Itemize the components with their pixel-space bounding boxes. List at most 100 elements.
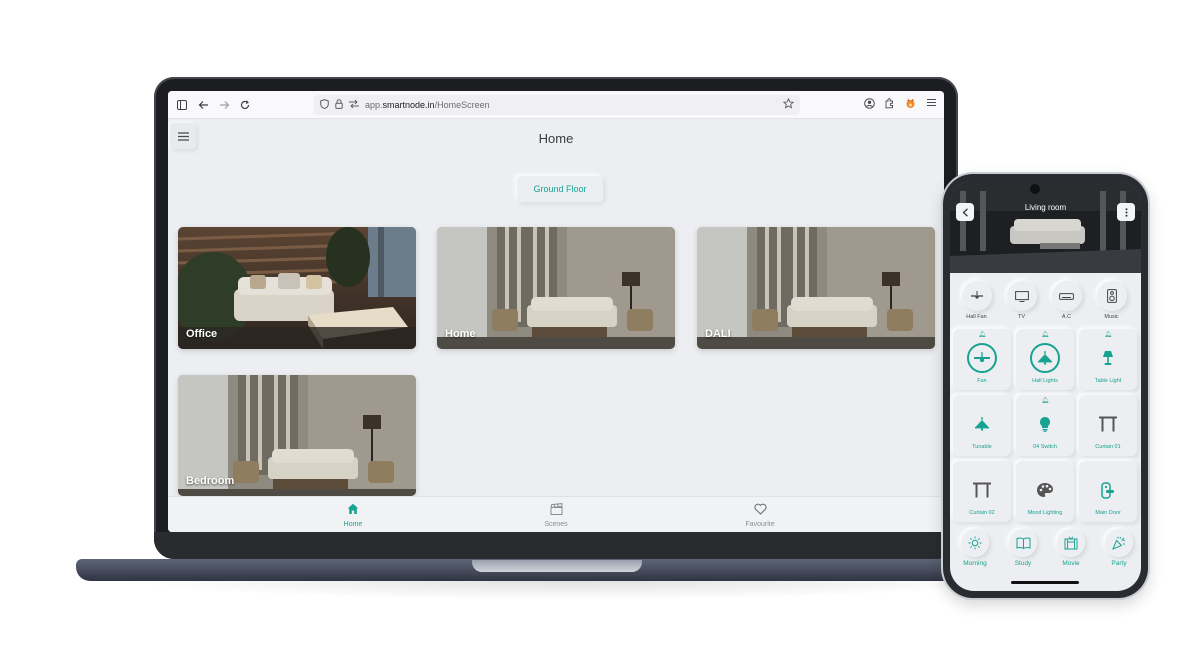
speaker-icon [1106, 289, 1117, 303]
bell-icon: 🔔︎ [1041, 332, 1049, 338]
tile-label: Hall Lights [1032, 378, 1058, 384]
nav-label: Home [343, 521, 363, 528]
nav-label: Scenes [544, 521, 568, 528]
tile-mood-lighting[interactable]: Mood Lighting [1016, 461, 1074, 522]
device-label: A.C [1061, 314, 1072, 320]
floor-selector-button[interactable]: Ground Floor [517, 176, 603, 202]
door-lock-icon [1101, 481, 1114, 499]
tile-label: Main Door [1095, 510, 1121, 516]
phone-screen: Living room Hall Fan TV A.C Music 🔔︎ Fan… [950, 181, 1141, 591]
sun-icon [968, 536, 982, 550]
curtain-icon [973, 482, 991, 498]
nav-favourite[interactable]: Favourite [730, 502, 790, 528]
tile-label: Fan [977, 378, 987, 384]
pendant-lamp-icon [1038, 351, 1052, 365]
scene-label: Party [1111, 560, 1127, 567]
phone-device: Living room Hall Fan TV A.C Music 🔔︎ Fan… [943, 174, 1148, 598]
account-icon[interactable] [864, 98, 875, 112]
pendant-lamp-icon [975, 417, 989, 431]
bookmark-star-icon[interactable] [782, 97, 795, 112]
device-tv[interactable]: TV [999, 281, 1044, 320]
back-icon[interactable] [196, 98, 210, 112]
laptop-hinge [472, 560, 642, 572]
bell-icon: 🔔︎ [978, 332, 986, 338]
laptop-screen: app.smartnode.in/HomeScreen Home Ground … [168, 91, 944, 532]
curtain-icon [1099, 416, 1117, 432]
tile-fan[interactable]: 🔔︎ Fan [953, 329, 1011, 390]
fox-extension-icon[interactable] [905, 98, 916, 112]
tile-main-door[interactable]: Main Door [1079, 461, 1137, 522]
device-hall-fan[interactable]: Hall Fan [954, 281, 999, 320]
scene-label: Study [1014, 560, 1032, 567]
party-icon [1112, 536, 1126, 550]
tile-label: Table Light [1094, 378, 1122, 384]
tile-tunable[interactable]: Tunable [953, 395, 1011, 456]
nav-scenes[interactable]: Scenes [526, 502, 586, 528]
sidebar-toggle-icon[interactable] [175, 98, 189, 112]
bell-icon: 🔔︎ [1041, 398, 1049, 404]
room-label: Office [186, 328, 218, 340]
scene-label: Morning [963, 560, 987, 567]
tile-label: Curtain 02 [969, 510, 995, 516]
room-card-home[interactable]: Home [437, 227, 675, 349]
dali-room-image [697, 227, 935, 349]
extensions-icon[interactable] [884, 98, 895, 112]
tile-curtain-01[interactable]: Curtain 01 [1079, 395, 1137, 456]
room-header: Living room [950, 181, 1141, 273]
home-indicator[interactable] [1011, 581, 1079, 584]
heart-icon [753, 503, 767, 515]
tile-curtain-02[interactable]: Curtain 02 [953, 461, 1011, 522]
lock-icon [335, 98, 343, 112]
clapperboard-icon [549, 503, 563, 515]
device-label: Hall Fan [966, 314, 987, 320]
tile-table-light[interactable]: 🔔︎ Table Light [1079, 329, 1137, 390]
palette-icon [1037, 483, 1053, 497]
home-icon [347, 503, 359, 514]
scene-label: Movie [1062, 560, 1080, 567]
scene-morning[interactable]: Morning [953, 529, 997, 567]
url-text: app.smartnode.in/HomeScreen [365, 100, 490, 110]
device-label: Music [1104, 314, 1119, 320]
address-bar[interactable]: app.smartnode.in/HomeScreen [314, 95, 800, 115]
device-ac[interactable]: A.C [1044, 281, 1089, 320]
ac-icon [1059, 292, 1074, 300]
more-button[interactable] [1117, 203, 1135, 221]
scene-movie[interactable]: Movie [1049, 529, 1093, 567]
room-label: Home [445, 328, 476, 340]
room-label: Bedroom [186, 475, 235, 487]
bulb-icon [1040, 417, 1050, 432]
browser-toolbar: app.smartnode.in/HomeScreen [168, 91, 944, 119]
room-title: Living room [1024, 203, 1067, 212]
shield-icon [320, 98, 329, 112]
ceiling-fan-icon [974, 352, 990, 363]
table-lamp-icon [1103, 351, 1113, 365]
room-label: DALI [705, 328, 731, 340]
tile-label: Curtain 01 [1095, 444, 1121, 450]
tile-hall-lights[interactable]: 🔔︎ Hall Lights [1016, 329, 1074, 390]
device-mockup: app.smartnode.in/HomeScreen Home Ground … [0, 0, 1192, 663]
reload-icon[interactable] [238, 98, 252, 112]
ceiling-fan-icon [970, 291, 983, 299]
tv-icon [1014, 290, 1029, 302]
book-icon [1016, 537, 1030, 549]
nav-home[interactable]: Home [323, 502, 383, 528]
laptop-bezel [154, 532, 958, 559]
app-main: Home Ground Floor Office Home DALI Bedro… [168, 119, 944, 532]
scene-party[interactable]: Party [1097, 529, 1141, 567]
bell-icon: 🔔︎ [1104, 332, 1112, 338]
scene-study[interactable]: Study [1001, 529, 1045, 567]
forward-icon[interactable] [217, 98, 231, 112]
room-card-bedroom[interactable]: Bedroom [178, 375, 416, 496]
room-card-office[interactable]: Office [178, 227, 416, 349]
hamburger-menu-icon[interactable] [927, 98, 936, 110]
tile-04-switch[interactable]: 🔔︎ 04 Switch [1016, 395, 1074, 456]
tile-label: Tunable [972, 444, 992, 450]
permissions-icon [349, 99, 359, 111]
nav-label: Favourite [745, 521, 775, 528]
device-music[interactable]: Music [1089, 281, 1134, 320]
front-camera [1030, 184, 1040, 194]
page-title: Home [538, 131, 574, 146]
bottom-nav: Home Scenes Favourite [168, 496, 944, 532]
cinema-icon [1064, 536, 1078, 550]
room-card-dali[interactable]: DALI [697, 227, 935, 349]
